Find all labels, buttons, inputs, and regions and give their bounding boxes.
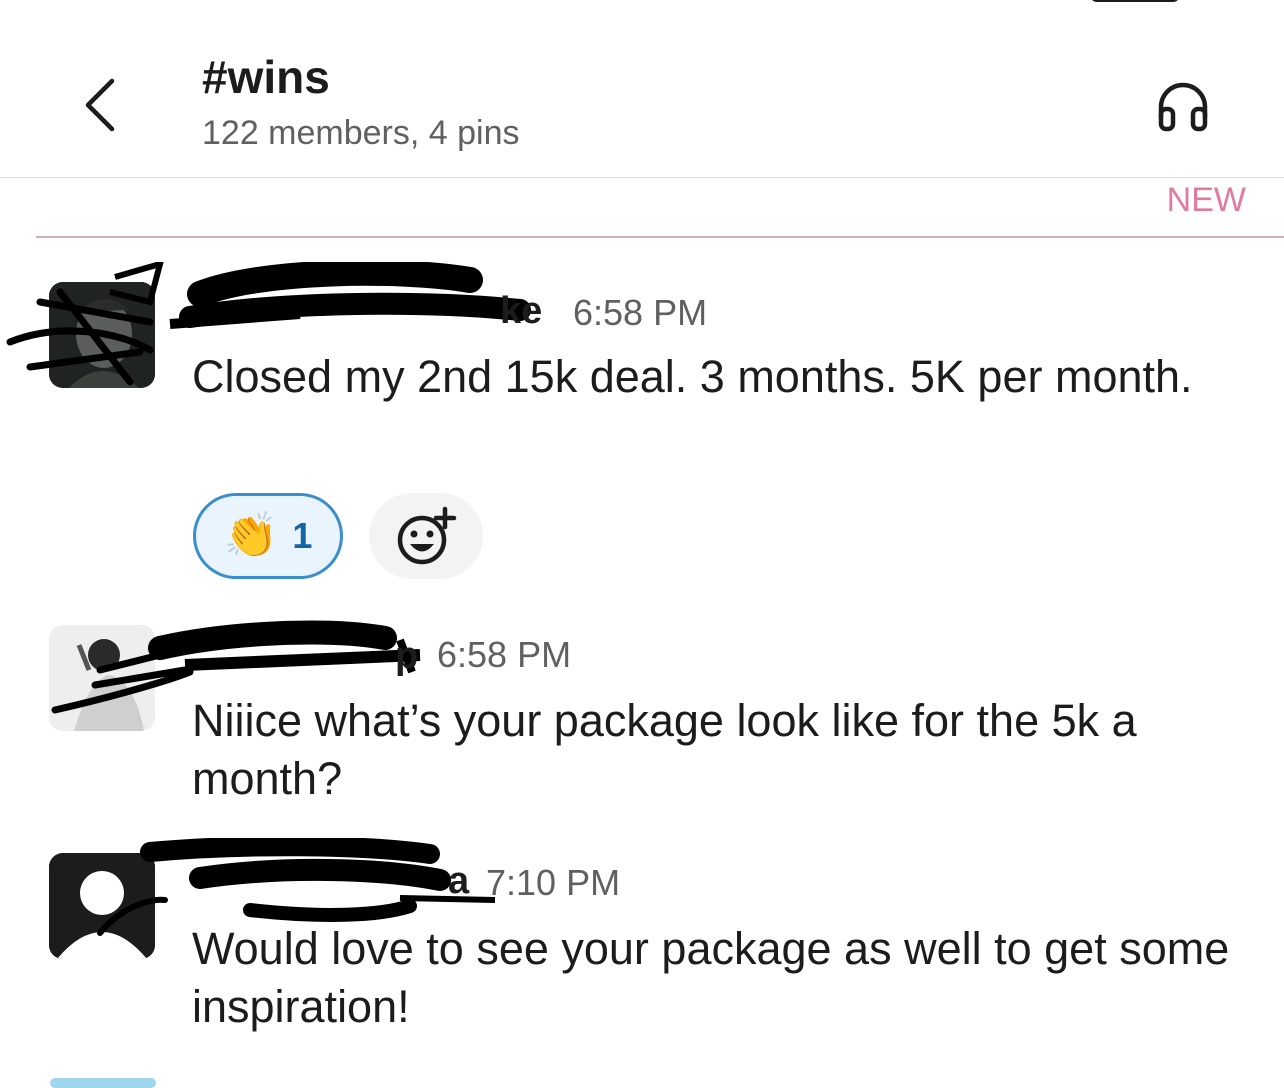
message-item[interactable]: p 6:58 PM Niiice what’s your package loo… <box>0 610 1284 820</box>
reaction-count: 1 <box>292 515 313 556</box>
huddle-button[interactable] <box>1150 74 1216 140</box>
add-reaction-button[interactable] <box>369 493 483 579</box>
message-sender[interactable]: a <box>448 858 469 904</box>
next-message-avatar <box>50 1078 156 1088</box>
new-messages-divider <box>36 236 1284 238</box>
chevron-left-icon <box>85 78 115 132</box>
message-time: 6:58 PM <box>437 634 572 675</box>
avatar[interactable] <box>49 625 155 731</box>
message-text: Closed my 2nd 15k deal. 3 months. 5K per… <box>192 351 1193 402</box>
add-emoji-icon <box>397 506 457 565</box>
reaction-clap-button[interactable]: 👏 1 <box>193 493 343 579</box>
message-sender[interactable]: p <box>395 633 418 679</box>
avatar-photo <box>49 625 155 731</box>
avatar-photo <box>49 282 155 388</box>
message-text: Would love to see your package as well t… <box>192 923 1230 1032</box>
message-text: Niiice what’s your package look like for… <box>192 695 1137 804</box>
avatar[interactable] <box>49 282 155 388</box>
avatar[interactable] <box>49 853 155 959</box>
channel-header: #wins 122 members, 4 pins <box>0 0 1284 178</box>
message-time: 6:58 PM <box>573 292 708 333</box>
message-time: 7:10 PM <box>486 862 621 903</box>
new-messages-label: NEW <box>1166 181 1246 219</box>
channel-title[interactable]: #wins <box>202 50 330 104</box>
clapping-hands-icon: 👏 <box>223 511 279 560</box>
message-sender[interactable]: ke <box>500 288 542 334</box>
channel-meta[interactable]: 122 members, 4 pins <box>202 112 520 154</box>
headphones-icon <box>1158 82 1208 132</box>
message-item[interactable]: a 7:10 PM Would love to see your package… <box>0 838 1284 1058</box>
back-button[interactable] <box>70 70 130 140</box>
default-user-icon <box>49 853 155 959</box>
